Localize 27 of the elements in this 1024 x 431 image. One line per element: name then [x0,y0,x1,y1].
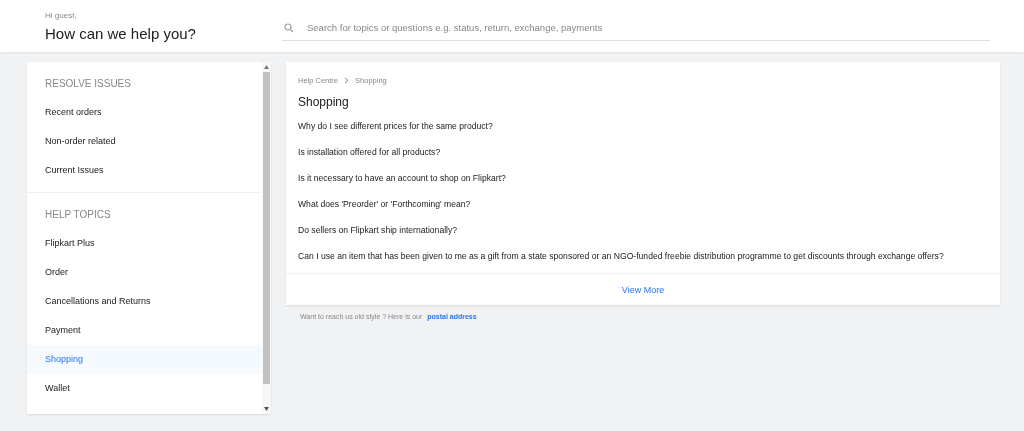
question-link[interactable]: Why do I see different prices for the same product? [286,113,1000,139]
scroll-down-icon [264,407,269,411]
question-link[interactable]: What does 'Preorder' or 'Forthcoming' mean? [286,191,1000,217]
sidebar-item[interactable]: Recent orders [27,98,262,127]
question-link[interactable]: Can I use an item that has been given to me as a gift from a state sponsored or an NGO-funded freebie distribution programme to get discounts through exchange offers? [286,243,1000,269]
search-field[interactable]: Search for topics or questions e.g. status, return, exchange, payments [305,21,990,34]
sidebar-item[interactable]: Flipkart Plus [27,229,262,258]
question-link[interactable]: Do sellers on Flipkart ship internationally? [286,217,1000,243]
question-link[interactable]: Is installation offered for all products? [286,139,1000,165]
scrollbar[interactable] [262,62,271,414]
section-title: Shopping [297,94,350,111]
search-icon [284,22,294,33]
sidebar-item[interactable]: Cancellations and Returns [27,287,262,316]
view-more-link[interactable]: View More [621,284,665,295]
question-link[interactable]: Is it necessary to have an account to shop on Flipkart? [286,165,1000,191]
sidebar-item[interactable]: Payment [27,316,262,345]
section-heading: HELP TOPICS [44,208,112,222]
page-title: How can we help you? [45,24,197,42]
scroll-up-icon [264,65,269,69]
chevron-icon [344,77,350,84]
section-heading: RESOLVE ISSUES [44,77,132,91]
sidebar-item[interactable]: Order [27,258,262,287]
greeting: Hi guest, [45,10,78,20]
sidebar-item[interactable]: Current Issues [27,156,262,185]
sidebar-item[interactable]: Shopping [27,345,262,374]
sidebar-item[interactable]: Non-order related [27,127,262,156]
sidebar-item[interactable]: Wallet [27,374,262,403]
